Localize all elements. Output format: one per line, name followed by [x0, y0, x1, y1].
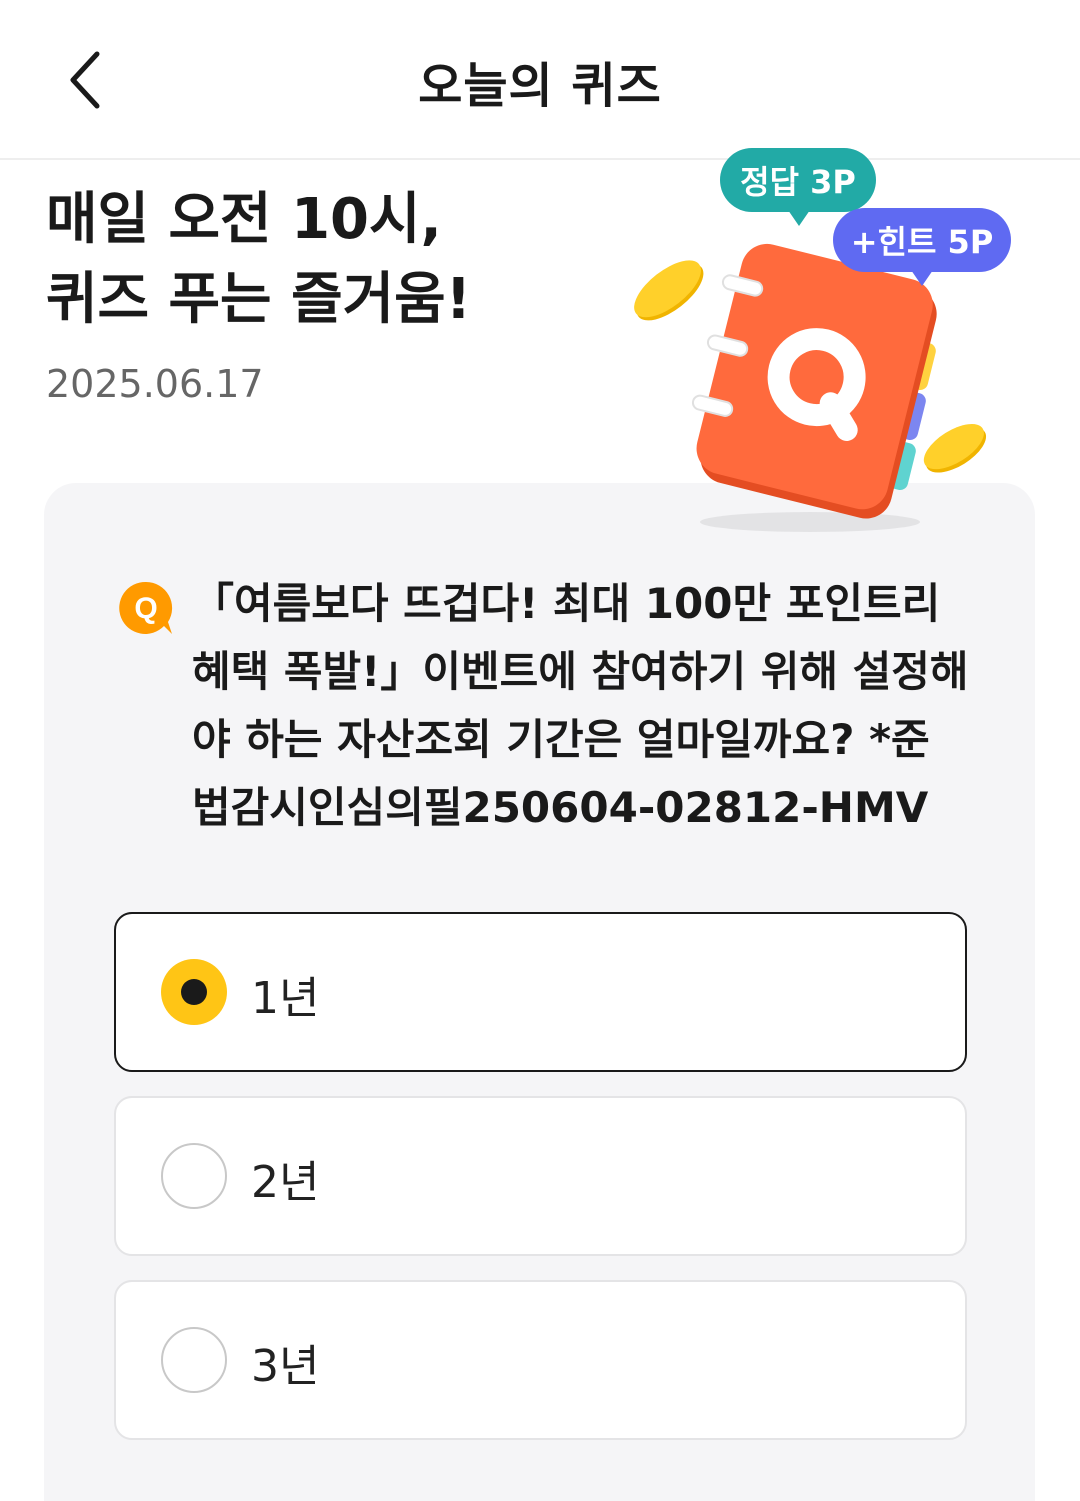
hint-points-badge: +힌트 5P [833, 208, 1011, 286]
coin-icon [923, 424, 987, 473]
radio-button[interactable] [161, 1327, 227, 1393]
answer-option-label: 3년 [251, 1341, 320, 1392]
answer-option-2[interactable]: 2년 [114, 1096, 967, 1256]
answer-option-3[interactable]: 3년 [114, 1280, 967, 1440]
question-line: 혜택 폭발!」이벤트에 참여하기 위해 설정해 [192, 647, 969, 696]
answer-option-1[interactable]: 1년 [114, 912, 967, 1072]
answer-option-label: 1년 [251, 973, 320, 1024]
question-text: 「여름보다 뜨겁다! 최대 100만 포인트리 혜택 폭발!」이벤트에 참여하기… [192, 570, 982, 842]
quiz-page: 오늘의 퀴즈 매일 오전 10시, 퀴즈 푸는 즐거움! 2025.06.17 [0, 0, 1080, 1501]
question-line: 「여름보다 뜨겁다! 최대 100만 포인트리 [192, 579, 941, 628]
radio-button[interactable] [161, 1143, 227, 1209]
quiz-book-illustration: 정답 3P +힌트 5P [630, 148, 1030, 540]
hero-title-line: 퀴즈 푸는 즐거움! [46, 267, 472, 332]
question-line: 법감시인심의필250604-02812-HMV [192, 783, 929, 832]
answer-option-label: 2년 [251, 1157, 320, 1208]
correct-answer-points-badge: 정답 3P [720, 148, 876, 226]
radio-dot [181, 979, 207, 1005]
svg-text:Q: Q [134, 592, 157, 625]
hero-title: 매일 오전 10시, 퀴즈 푸는 즐거움! [46, 180, 646, 340]
quiz-date: 2025.06.17 [46, 362, 264, 406]
hero-title-line: 매일 오전 10시, [46, 187, 442, 252]
top-app-bar: 오늘의 퀴즈 [0, 0, 1080, 160]
radio-button-selected[interactable] [161, 959, 227, 1025]
page-title: 오늘의 퀴즈 [418, 58, 662, 114]
coin-icon [634, 260, 704, 321]
question-line: 야 하는 자산조회 기간은 얼마일까요? *준 [192, 715, 930, 764]
question-q-icon: Q [119, 581, 173, 634]
